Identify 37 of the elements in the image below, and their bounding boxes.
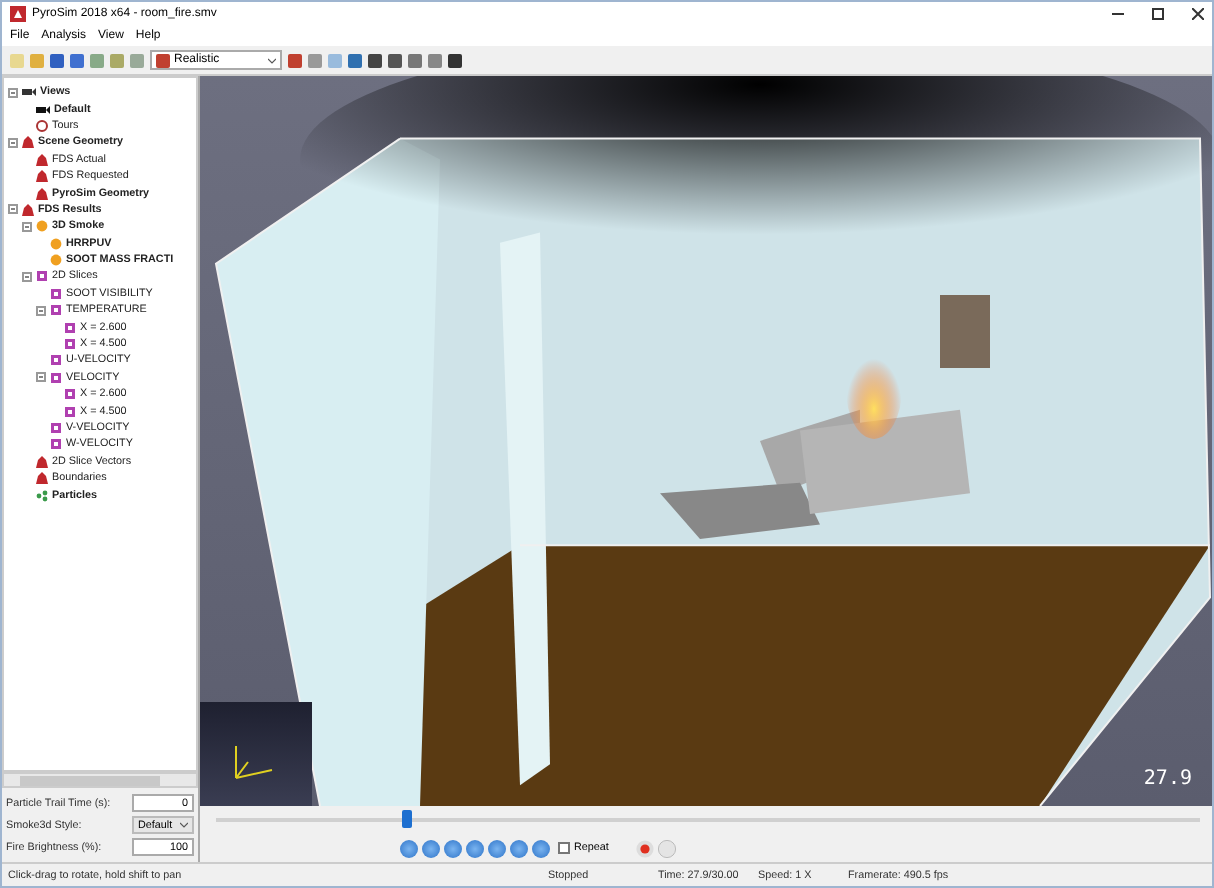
first-frame-button[interactable] — [400, 839, 418, 857]
caret-icon — [268, 57, 276, 63]
slice-icon — [64, 338, 76, 351]
slice-icon — [64, 321, 76, 334]
slice-icon — [50, 371, 62, 384]
expander-icon[interactable] — [22, 221, 32, 232]
slice-icon — [64, 388, 76, 401]
expander-icon[interactable] — [8, 137, 18, 148]
slice-icon — [50, 304, 62, 317]
slice-icon — [36, 270, 48, 283]
slice-icon — [64, 405, 76, 418]
close-icon[interactable] — [1192, 8, 1204, 20]
forward-button[interactable] — [510, 839, 528, 857]
timeline-slider[interactable] — [216, 806, 1200, 834]
record-button[interactable] — [636, 839, 655, 857]
expander-icon[interactable] — [36, 305, 46, 316]
expander-icon[interactable] — [8, 87, 18, 98]
repeat-checkbox[interactable] — [558, 842, 570, 854]
tour-icon — [36, 119, 48, 132]
slider-thumb[interactable] — [402, 810, 413, 828]
play-button[interactable] — [466, 839, 484, 857]
time-label: 27.9 — [1143, 768, 1192, 790]
stop-button[interactable] — [488, 839, 506, 857]
last-frame-button[interactable] — [532, 839, 550, 857]
slice-icon — [50, 287, 62, 300]
caret-icon — [180, 822, 188, 828]
scrollbar[interactable] — [2, 772, 198, 788]
maximize-icon[interactable] — [1152, 8, 1164, 20]
3d-viewport[interactable]: 27.9 — [200, 76, 1212, 806]
slice-icon — [50, 422, 62, 434]
particles-icon — [36, 489, 48, 502]
expander-icon[interactable] — [22, 271, 32, 282]
slice-icon — [50, 438, 62, 451]
expander-icon[interactable] — [8, 204, 18, 215]
minimize-icon[interactable] — [1112, 8, 1124, 20]
expander-icon[interactable] — [36, 372, 46, 383]
slice-icon — [50, 354, 62, 367]
